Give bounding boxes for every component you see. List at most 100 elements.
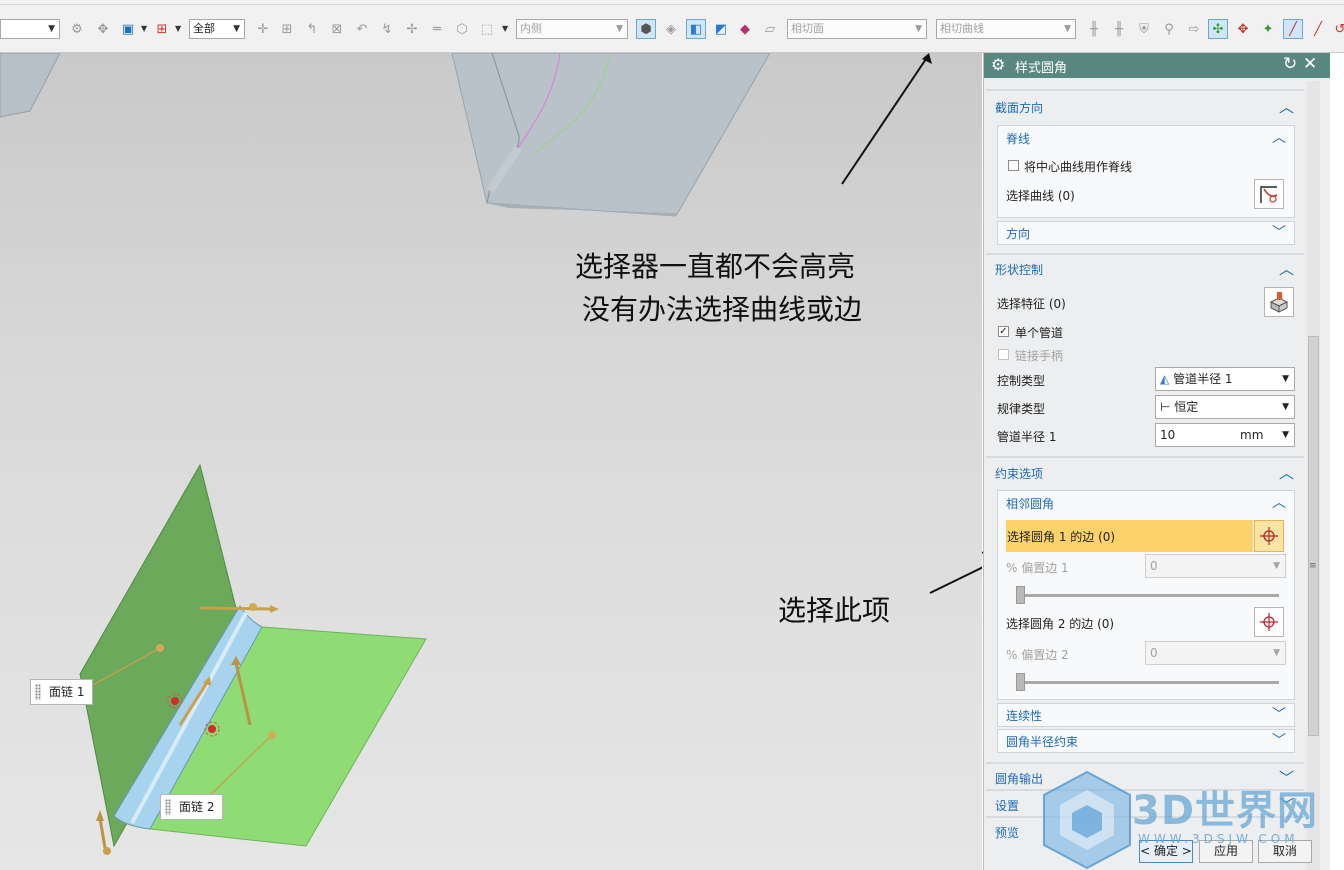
tangent-curve-select[interactable]: 相切曲线 ▼ xyxy=(936,19,1076,39)
chevron-down-icon[interactable]: ﹀ xyxy=(1272,730,1286,750)
chain-1-anchor xyxy=(156,644,164,652)
center-curve-as-spine-checkbox[interactable] xyxy=(1008,160,1019,171)
chevron-up-icon[interactable]: ︿ xyxy=(1279,462,1294,483)
select-solid-icon[interactable]: ◈ xyxy=(661,19,681,39)
watermark: 3D世界网 WWW.3DSJW.COM xyxy=(1042,770,1344,870)
select-surface-icon[interactable]: ◩ xyxy=(711,19,731,39)
snap-tangent-icon[interactable]: ↯ xyxy=(377,19,397,39)
link-handle-label: 链接手柄 xyxy=(1015,349,1064,363)
chevron-up-icon[interactable]: ︿ xyxy=(1272,492,1286,512)
snap-on-curve-icon[interactable]: ═ xyxy=(427,19,447,39)
select-edge-1-button[interactable] xyxy=(1254,520,1284,552)
radius-constraint-group[interactable]: 圆角半径约束 ﹀ xyxy=(997,729,1295,753)
orientation-group[interactable]: 方向 ﹀ xyxy=(997,221,1295,245)
continuity-group[interactable]: 连续性 ﹀ xyxy=(997,703,1295,727)
snap-endpoint-icon[interactable]: ✛ xyxy=(253,19,273,39)
single-pipe-checkbox[interactable]: ✓ xyxy=(998,326,1009,337)
drag-grip-icon[interactable] xyxy=(165,799,171,815)
dialog-scrollbar[interactable]: ≡ xyxy=(1307,81,1320,870)
chevron-up-icon[interactable]: ︿ xyxy=(1279,258,1294,279)
offset-1-input[interactable]: 0 ▼ xyxy=(1145,554,1286,578)
pick-point-2 xyxy=(208,725,216,733)
feature-curve-icon[interactable]: ⛨ xyxy=(1134,19,1154,39)
select-feature-button[interactable] xyxy=(1264,287,1294,317)
offset-1-slider-knob[interactable] xyxy=(1016,586,1025,604)
select-feature-icon[interactable]: ◆ xyxy=(735,19,755,39)
line-snap-icon[interactable]: ╱ xyxy=(1308,19,1328,39)
scope-select[interactable]: 全部 ▼ xyxy=(189,19,245,39)
snap-intersection-icon[interactable]: ⊠ xyxy=(327,19,347,39)
more-tools-icon[interactable]: ↺ xyxy=(1330,19,1344,39)
line-tool-icon[interactable]: ╱ xyxy=(1283,19,1303,39)
face-chain-1-label[interactable]: 面链 1 xyxy=(30,679,94,705)
continuity-header[interactable]: 连续性 ﹀ xyxy=(998,703,1294,727)
arrow-right-icon[interactable]: ⇨ xyxy=(1184,19,1204,39)
top-toolbar: ▼ ⚙ ✥ ▣ ▼ ⊞ ▼ 全部 ▼ ✛ ⊞ ↰ ⊠ ↶ ↯ ✢ ═ ⬡ ⬚ ▼ … xyxy=(0,0,1344,53)
snap-control-icon[interactable]: ↰ xyxy=(302,19,322,39)
offset-2-slider[interactable] xyxy=(1016,673,1279,691)
snap-grid-icon[interactable]: ✦ xyxy=(1258,19,1278,39)
chevron-down-icon[interactable]: ﹀ xyxy=(1272,704,1286,724)
orientation-header[interactable]: 方向 ﹀ xyxy=(998,221,1294,245)
tangent-face-select[interactable]: 相切面 ▼ xyxy=(787,19,927,39)
chevron-down-icon: ▼ xyxy=(616,24,623,34)
point-cloud-icon[interactable]: ✥ xyxy=(1233,19,1253,39)
dialog-body: 截面方向 ︿ 脊线 ︿ 将中心曲线用作脊线 选择曲线 (0) 方向 ﹀ 形状控制… xyxy=(986,81,1304,870)
scrollbar-thumb[interactable] xyxy=(1308,336,1319,736)
chevron-up-icon[interactable]: ︿ xyxy=(1279,96,1294,117)
offset-1-value: 0 xyxy=(1150,559,1158,573)
follow-fillet-icon[interactable]: ╫ xyxy=(1109,19,1129,39)
gear-icon[interactable]: ⚙ xyxy=(991,55,1005,74)
radius-constraint-header[interactable]: 圆角半径约束 ﹀ xyxy=(998,729,1294,753)
section-shape-header[interactable]: 形状控制 ︿ xyxy=(986,256,1304,282)
filter-select[interactable]: ▼ xyxy=(0,19,60,39)
close-icon[interactable]: ✕ xyxy=(1303,54,1317,74)
offset-2-input[interactable]: 0 ▼ xyxy=(1145,641,1286,665)
path-icon[interactable]: ⚲ xyxy=(1159,19,1179,39)
chevron-down-icon[interactable]: ▼ xyxy=(1282,424,1289,446)
offset-2-label: % 偏置边 2 xyxy=(1006,648,1069,662)
selection-filter-dropdown-icon[interactable]: ▼ xyxy=(175,24,181,33)
control-type-select[interactable]: ◭ 管道半径 1 ▼ xyxy=(1155,367,1295,391)
part-filter-icon[interactable]: ▣ xyxy=(118,19,138,39)
snap-arc-center-icon[interactable]: ↶ xyxy=(352,19,372,39)
spine-group: 脊线 ︿ 将中心曲线用作脊线 选择曲线 (0) xyxy=(997,125,1295,218)
snap-point-icon[interactable]: ✥ xyxy=(93,19,113,39)
select-rectangle-icon[interactable]: ⬚ xyxy=(477,19,497,39)
dialog-title: 样式圆角 xyxy=(1015,61,1068,76)
select-edge-1-label: 选择圆角 1 的边 (0) xyxy=(1007,530,1116,544)
section-direction-header[interactable]: 截面方向 ︿ xyxy=(986,94,1304,120)
pipe-radius-input[interactable]: 10 mm ▼ xyxy=(1155,423,1295,447)
select-sheet-icon[interactable]: ▱ xyxy=(760,19,780,39)
graphics-viewport[interactable]: 选择器一直都不会高亮 没有办法选择曲线或边 选择此项 面链 1 面链 2 xyxy=(0,53,982,870)
pipe-radius-value: 10 xyxy=(1160,428,1176,442)
inside-select[interactable]: 内侧 ▼ xyxy=(516,19,628,39)
drag-grip-icon[interactable] xyxy=(35,684,41,700)
link-handle-checkbox[interactable] xyxy=(998,349,1009,360)
offset-2-slider-knob[interactable] xyxy=(1016,673,1025,691)
snap-midpoint-icon[interactable]: ⊞ xyxy=(277,19,297,39)
select-curve-button[interactable] xyxy=(1254,179,1284,209)
select-face-icon[interactable]: ◧ xyxy=(686,19,706,39)
chevron-down-icon[interactable]: ﹀ xyxy=(1272,222,1286,242)
spine-header[interactable]: 脊线 ︿ xyxy=(998,126,1294,150)
law-type-select[interactable]: ⊢ 恒定 ▼ xyxy=(1155,395,1295,419)
select-edge-2-button[interactable] xyxy=(1254,607,1284,637)
feature-group-icon[interactable]: ⚙ xyxy=(67,19,87,39)
select-rectangle-dropdown-icon[interactable]: ▼ xyxy=(502,24,508,33)
select-edge-1-row[interactable]: 选择圆角 1 的边 (0) xyxy=(1006,520,1253,552)
selection-filter-icon[interactable]: ⊞ xyxy=(152,19,172,39)
reset-icon[interactable]: ↻ xyxy=(1283,54,1297,74)
section-constraints-header[interactable]: 约束选项 ︿ xyxy=(986,460,1304,486)
offset-1-slider[interactable] xyxy=(1016,586,1279,604)
snap-polygon-icon[interactable]: ⬡ xyxy=(452,19,472,39)
adjacent-fillet-header[interactable]: 相邻圆角 ︿ xyxy=(998,491,1294,515)
snap-quadrant-icon[interactable]: ✢ xyxy=(402,19,422,39)
curve-rule-icon[interactable]: ✣ xyxy=(1208,19,1228,39)
crosshair-icon xyxy=(1260,613,1278,631)
face-chain-2-label[interactable]: 面链 2 xyxy=(160,794,224,820)
chevron-up-icon[interactable]: ︿ xyxy=(1272,127,1286,147)
select-body-icon[interactable]: ⬢ xyxy=(636,19,656,39)
part-filter-dropdown-icon[interactable]: ▼ xyxy=(141,24,147,33)
stop-at-intersection-icon[interactable]: ╫ xyxy=(1084,19,1104,39)
